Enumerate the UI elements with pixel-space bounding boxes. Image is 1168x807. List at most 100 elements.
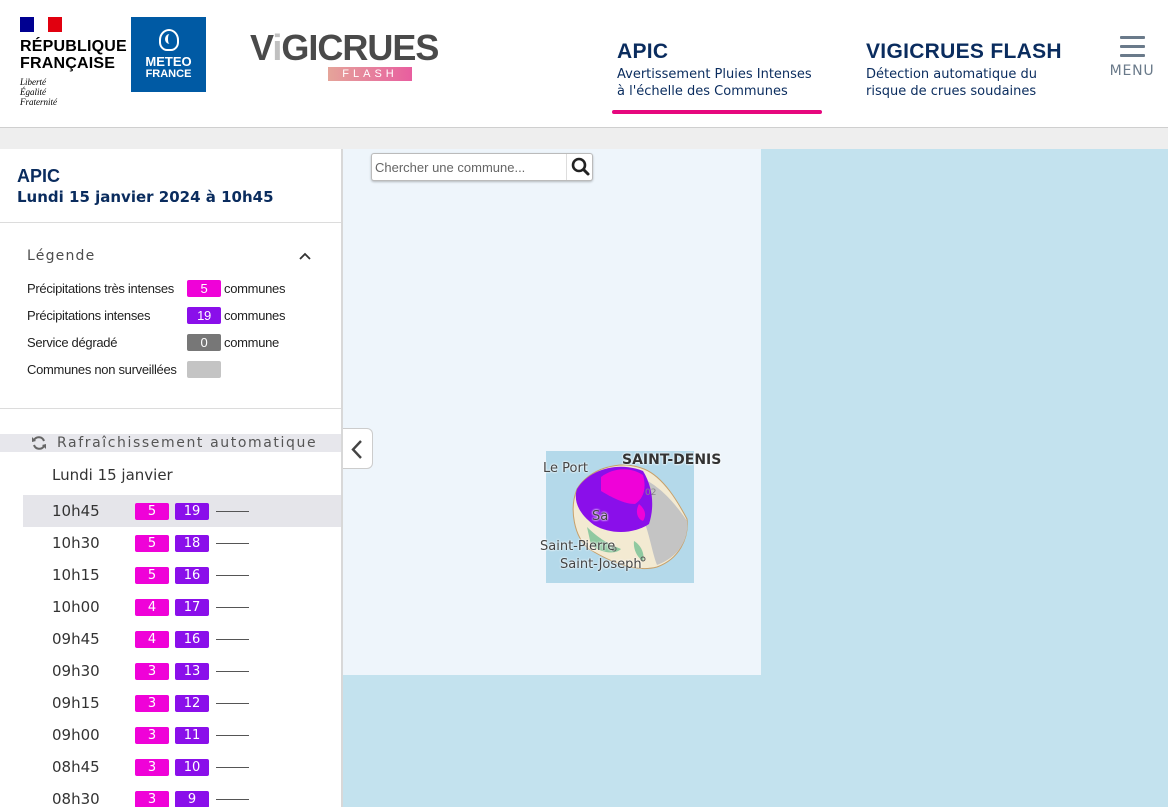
vigicrues-letter-v: V [250,27,273,68]
timeline-time: 09h30 [52,662,100,680]
timeline-row[interactable]: 08h45 3 10 [23,751,341,783]
timeline-time: 10h30 [52,534,100,552]
timeline-connector [216,703,249,704]
nav-apic-subtitle-line2: à l'échelle des Communes [617,84,788,99]
timeline-connector [216,735,249,736]
very-intense-count-badge: 5 [135,503,169,520]
intense-count-badge: 17 [175,599,209,616]
timeline-connector [216,575,249,576]
timeline-time: 08h30 [52,790,100,807]
nav-apic-title: APIC [617,40,669,63]
republique-title: RÉPUBLIQUE FRANÇAISE [20,38,127,72]
timeline-connector [216,607,249,608]
vigicrues-flash-banner: FLASH [328,67,412,81]
legend-row-degraded: Service dégradé 0 commune [27,334,327,352]
legend-unit: communes [224,281,286,296]
timeline-connector [216,671,249,672]
map-view[interactable]: 02 SAINT-DENIS Le Port Sa Saint-Pierre S… [343,149,1168,807]
chevron-up-icon[interactable] [298,249,312,263]
legend-label: Service dégradé [27,335,118,350]
republique-motto: Liberté Égalité Fraternité [20,77,120,107]
commune-search-input[interactable] [375,157,565,177]
search-button[interactable] [566,154,593,180]
place-le-port: Le Port [543,461,588,476]
collapse-sidebar-button[interactable] [343,428,373,469]
very-intense-count-badge: 3 [135,695,169,712]
legend-heading[interactable]: Légende [27,248,95,264]
legend-label: Précipitations intenses [27,308,151,323]
place-sa: Sa [592,509,609,524]
commune-search [371,153,593,181]
place-saint-denis: SAINT-DENIS [622,452,722,468]
timeline-day-label: Lundi 15 janvier [52,466,173,484]
timeline-connector [216,639,249,640]
meteo-france-logo[interactable]: METEO FRANCE [131,17,206,92]
timeline-time: 09h00 [52,726,100,744]
timeline-row[interactable]: 09h00 3 11 [23,719,341,751]
nav-vigicrues-flash-subtitle: Détection automatique du risque de crues… [866,66,1076,100]
nav-vf-subtitle-line1: Détection automatique du [866,67,1037,82]
sidebar-panel: APIC Lundi 15 janvier 2024 à 10h45 Légen… [0,149,343,807]
site-header: RÉPUBLIQUE FRANÇAISE Liberté Égalité Fra… [0,0,1168,128]
refresh-icon [32,436,46,450]
sidebar-title: APIC [17,166,61,186]
timeline-row[interactable]: 10h15 5 16 [23,559,341,591]
very-intense-count-badge: 5 [135,535,169,552]
nav-active-underline [612,110,822,114]
republique-title-line2: FRANÇAISE [20,55,116,72]
intense-count-badge: 19 [175,503,209,520]
vigicrues-flash-logo[interactable]: ViGICRUES FLASH [250,27,439,84]
timeline-connector [216,543,249,544]
republique-francaise-logo[interactable]: RÉPUBLIQUE FRANÇAISE Liberté Égalité Fra… [20,17,127,107]
nav-apic-subtitle-line1: Avertissement Pluies Intenses [617,67,812,82]
nav-vigicrues-flash-title: VIGICRUES FLASH [866,40,1062,63]
motto-liberte: Liberté [20,77,46,87]
legend-section: Légende Précipitations très intenses 5 c… [0,223,341,409]
map-tile-area [343,149,761,675]
chevron-left-icon [351,440,362,459]
intense-count-badge: 13 [175,663,209,680]
nav-apic-subtitle: Avertissement Pluies Intenses à l'échell… [617,66,827,100]
vigicrues-wordmark: ViGICRUES [250,27,439,68]
intense-count-badge: 11 [175,727,209,744]
timeline-time: 09h15 [52,694,100,712]
timeline-time: 08h45 [52,758,100,776]
meteo-france-line1: METEO [145,54,192,69]
timeline-row[interactable]: 08h30 3 9 [23,783,341,807]
meteo-france-mark-icon [158,29,179,51]
nav-vigicrues-flash[interactable]: VIGICRUES FLASH Détection automatique du… [866,40,1076,100]
timeline-connector [216,799,249,800]
french-flag-icon [20,17,62,32]
timeline-connector [216,511,249,512]
place-saint-pierre: Saint-Pierre [540,539,616,554]
legend-unit: communes [224,308,286,323]
very-intense-count-badge: 3 [135,791,169,807]
timeline-row[interactable]: 09h45 4 16 [23,623,341,655]
legend-unit: commune [224,335,279,350]
motto-fraternite: Fraternité [20,97,57,107]
very-intense-count-badge: 3 [135,759,169,776]
auto-refresh-label: Rafraîchissement automatique [57,435,318,451]
legend-label: Communes non surveillées [27,362,177,377]
timeline-row[interactable]: 09h15 3 12 [23,687,341,719]
legend-count-badge: 0 [187,334,221,351]
timeline-row[interactable]: 10h30 5 18 [23,527,341,559]
timeline-row[interactable]: 10h00 4 17 [23,591,341,623]
auto-refresh-toggle[interactable]: Rafraîchissement automatique [0,434,341,452]
timeline-time: 09h45 [52,630,100,648]
timeline-row[interactable]: 10h45 5 19 [23,495,341,527]
search-icon [571,157,590,176]
svg-text:02: 02 [645,488,656,498]
nav-apic[interactable]: APIC Avertissement Pluies Intenses à l'é… [617,40,827,100]
intense-count-badge: 9 [175,791,209,807]
very-intense-count-badge: 3 [135,727,169,744]
legend-row-very-intense: Précipitations très intenses 5 communes [27,280,327,298]
timeline-time: 10h15 [52,566,100,584]
intense-count-badge: 16 [175,567,209,584]
legend-row-unmonitored: Communes non surveillées [27,361,327,379]
timeline-time: 10h45 [52,502,100,520]
legend-label: Précipitations très intenses [27,281,174,296]
intense-count-badge: 16 [175,631,209,648]
menu-button[interactable]: MENU [1108,36,1156,79]
timeline-row[interactable]: 09h30 3 13 [23,655,341,687]
